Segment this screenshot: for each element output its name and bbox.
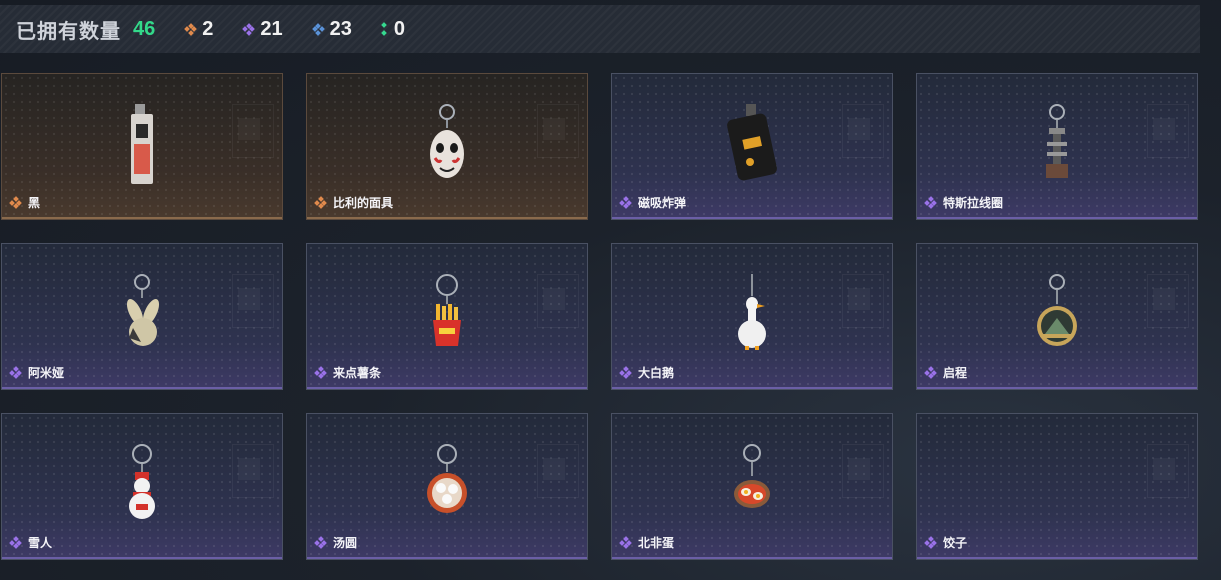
orange-rarity-icon	[9, 196, 22, 209]
blue-rarity-icon	[311, 22, 325, 36]
charm-name: 雪人	[28, 536, 53, 550]
orange-rarity-icon	[314, 196, 327, 209]
tangyuan-charm-icon	[426, 444, 468, 519]
charm-card[interactable]: 汤圆	[306, 413, 588, 560]
purple-rarity-icon	[619, 366, 632, 379]
charm-name: 比利的面具	[333, 196, 394, 210]
purple-rarity-icon	[619, 196, 632, 209]
charm-grid: 黑 比利的面具 磁吸炸弹 特斯拉线圈 阿米娅 来点薯条 大白鹅 启程 雪人 汤圆…	[0, 73, 1200, 563]
bunny-charm-icon	[119, 274, 165, 355]
medal-charm-icon	[1035, 274, 1079, 353]
purple-rarity-icon	[314, 536, 327, 549]
goose-charm-icon	[735, 274, 769, 355]
mask-charm-icon	[427, 104, 467, 185]
charm-name: 来点薯条	[333, 366, 382, 380]
purple-rarity-icon	[924, 196, 937, 209]
inventory-header: 已拥有数量 46 2 21 23 0	[0, 5, 1200, 53]
fries-charm-icon	[430, 274, 464, 353]
phone-charm-icon	[127, 104, 157, 191]
charm-card[interactable]: 启程	[916, 243, 1198, 390]
charm-name: 磁吸炸弹	[638, 196, 687, 210]
charm-name: 饺子	[943, 536, 968, 550]
charm-name: 北非蛋	[638, 536, 675, 550]
purple-rarity-icon	[924, 536, 937, 549]
stat-green: 0	[381, 17, 405, 41]
charm-card[interactable]: 阿米娅	[1, 243, 283, 390]
stat-orange-count: 2	[202, 17, 214, 40]
purple-rarity-icon	[619, 536, 632, 549]
green-rarity-icon	[381, 21, 388, 36]
purple-rarity-icon	[9, 536, 22, 549]
charm-card[interactable]: 雪人	[1, 413, 283, 560]
charm-name: 汤圆	[333, 536, 358, 550]
charm-name: 特斯拉线圈	[943, 196, 1004, 210]
stat-blue-count: 23	[329, 17, 352, 40]
charm-card[interactable]: 饺子	[916, 413, 1198, 560]
snowman-charm-icon	[127, 444, 157, 525]
tesla-coil-charm-icon	[1044, 104, 1070, 185]
owned-total: 46	[133, 17, 156, 40]
charm-card[interactable]: 特斯拉线圈	[916, 73, 1198, 220]
purple-rarity-icon	[9, 366, 22, 379]
shakshuka-charm-icon	[732, 444, 772, 515]
purple-rarity-icon	[314, 366, 327, 379]
orange-rarity-icon	[184, 22, 198, 36]
purple-rarity-icon	[924, 366, 937, 379]
owned-count-title: 已拥有数量	[16, 20, 121, 43]
charm-name: 大白鹅	[638, 366, 675, 380]
charm-name: 黑	[28, 196, 41, 210]
charm-card[interactable]: 比利的面具	[306, 73, 588, 220]
charm-card[interactable]: 北非蛋	[611, 413, 893, 560]
charm-card[interactable]: 大白鹅	[611, 243, 893, 390]
bomb-charm-icon	[724, 104, 780, 189]
stat-purple-count: 21	[260, 17, 283, 40]
charm-card[interactable]: 黑	[1, 73, 283, 220]
charm-name: 阿米娅	[28, 366, 65, 380]
stat-orange: 2	[184, 17, 214, 41]
purple-rarity-icon	[242, 22, 256, 36]
stat-green-count: 0	[393, 17, 405, 40]
charm-card[interactable]: 来点薯条	[306, 243, 588, 390]
stat-blue: 23	[311, 17, 352, 41]
charm-card[interactable]: 磁吸炸弹	[611, 73, 893, 220]
stat-purple: 21	[242, 17, 283, 41]
charm-name: 启程	[943, 366, 968, 380]
